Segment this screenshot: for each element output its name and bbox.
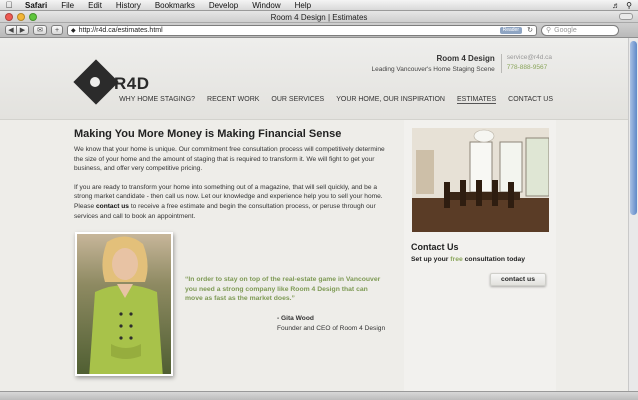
- main-nav: WHY HOME STAGING? RECENT WORK OUR SERVIC…: [119, 96, 553, 104]
- testimonial-role: Founder and CEO of Room 4 Design: [277, 324, 386, 332]
- brand-tagline: Leading Vancouver's Home Staging Scene: [371, 66, 495, 73]
- page-heading: Making You More Money is Making Financia…: [74, 128, 342, 140]
- nav-your-home-our-inspiration[interactable]: YOUR HOME, OUR INSPIRATION: [336, 96, 445, 104]
- testimonial-attribution: - Gita Wood Founder and CEO of Room 4 De…: [277, 314, 385, 333]
- site-favicon-icon: ◆: [71, 27, 76, 34]
- os-menu-bar:  Safari File Edit History Bookmarks Dev…: [0, 0, 638, 11]
- nav-our-services[interactable]: OUR SERVICES: [271, 96, 324, 104]
- address-bar[interactable]: ◆ http://r4d.ca/estimates.html Reader ↻: [67, 24, 537, 36]
- window-title: Room 4 Design | Estimates: [270, 13, 368, 22]
- sidebar-sub-free: free: [450, 256, 463, 263]
- reader-button[interactable]: Reader: [499, 26, 522, 34]
- menu-edit[interactable]: Edit: [81, 1, 109, 10]
- forward-button[interactable]: ▶: [17, 25, 29, 35]
- scrollbar-thumb[interactable]: [630, 41, 637, 215]
- header-phone: 778-888-9567: [506, 64, 548, 71]
- search-icon: ⚲: [546, 27, 552, 34]
- cta-paragraph: If you are ready to transform your home …: [74, 183, 386, 221]
- site-header: R4D Room 4 Design Leading Vancouver's Ho…: [0, 38, 628, 120]
- founder-photo: [75, 232, 173, 376]
- contact-us-inline-link[interactable]: contact us: [96, 203, 129, 210]
- window-titlebar: Room 4 Design | Estimates: [0, 11, 638, 23]
- url-text: http://r4d.ca/estimates.html: [78, 26, 163, 34]
- logo-text: R4D: [114, 74, 150, 93]
- intro-paragraph: We know that your home is unique. Our co…: [74, 146, 385, 173]
- sidebar-title: Contact Us: [411, 242, 459, 252]
- status-bar: [0, 391, 638, 400]
- brand-name: Room 4 Design: [436, 54, 495, 63]
- testimonial-quote: “In order to stay on top of the real-est…: [185, 276, 381, 303]
- menu-develop[interactable]: Develop: [202, 1, 245, 10]
- menu-window[interactable]: Window: [245, 1, 287, 10]
- spotlight-icon[interactable]: ⚲: [626, 1, 632, 10]
- page-viewport: R4D Room 4 Design Leading Vancouver's Ho…: [0, 38, 628, 391]
- vertical-scrollbar[interactable]: [628, 38, 638, 391]
- mail-icon[interactable]: ✉: [33, 25, 47, 35]
- menu-history[interactable]: History: [109, 1, 148, 10]
- sidebar-sub-before: Set up your: [411, 256, 451, 263]
- header-email-link[interactable]: service@r4d.ca: [507, 54, 552, 61]
- nav-recent-work[interactable]: RECENT WORK: [207, 96, 259, 104]
- menu-help[interactable]: Help: [288, 1, 318, 10]
- search-field[interactable]: ⚲ Google: [541, 24, 619, 36]
- back-button[interactable]: ◀: [5, 25, 17, 35]
- sidebar-sub-after: consultation today: [462, 256, 526, 263]
- apple-icon[interactable]: : [0, 0, 18, 10]
- search-placeholder: Google: [554, 26, 577, 34]
- add-bookmark-button[interactable]: +: [51, 25, 63, 35]
- browser-toolbar: ◀ ▶ ✉ + ◆ http://r4d.ca/estimates.html R…: [0, 23, 638, 38]
- sidebar: Contact Us Set up your free consultation…: [404, 120, 556, 391]
- nav-why-home-staging[interactable]: WHY HOME STAGING?: [119, 96, 195, 104]
- volume-icon[interactable]: ♬: [612, 1, 620, 10]
- logo-dot-icon: [90, 77, 100, 87]
- nav-estimates[interactable]: ESTIMATES: [456, 96, 497, 104]
- main-content: Making You More Money is Making Financia…: [74, 128, 386, 230]
- staged-room-photo: [412, 128, 549, 232]
- contact-us-button[interactable]: contact us: [490, 273, 546, 286]
- sidebar-subtitle: Set up your free consultation today: [411, 256, 525, 263]
- nav-buttons: ◀ ▶: [5, 25, 29, 35]
- menu-bookmarks[interactable]: Bookmarks: [148, 1, 202, 10]
- toolbar-toggle-button[interactable]: [619, 13, 633, 20]
- menu-app[interactable]: Safari: [18, 1, 54, 10]
- testimonial-name: - Gita Wood: [277, 315, 314, 322]
- menu-file[interactable]: File: [54, 1, 81, 10]
- header-contact: Room 4 Design Leading Vancouver's Home S…: [371, 54, 552, 73]
- nav-contact-us[interactable]: CONTACT US: [508, 96, 553, 104]
- reload-icon[interactable]: ↻: [527, 26, 533, 34]
- founder-portrait-icon: [77, 234, 171, 374]
- dining-room-image-icon: [412, 128, 549, 232]
